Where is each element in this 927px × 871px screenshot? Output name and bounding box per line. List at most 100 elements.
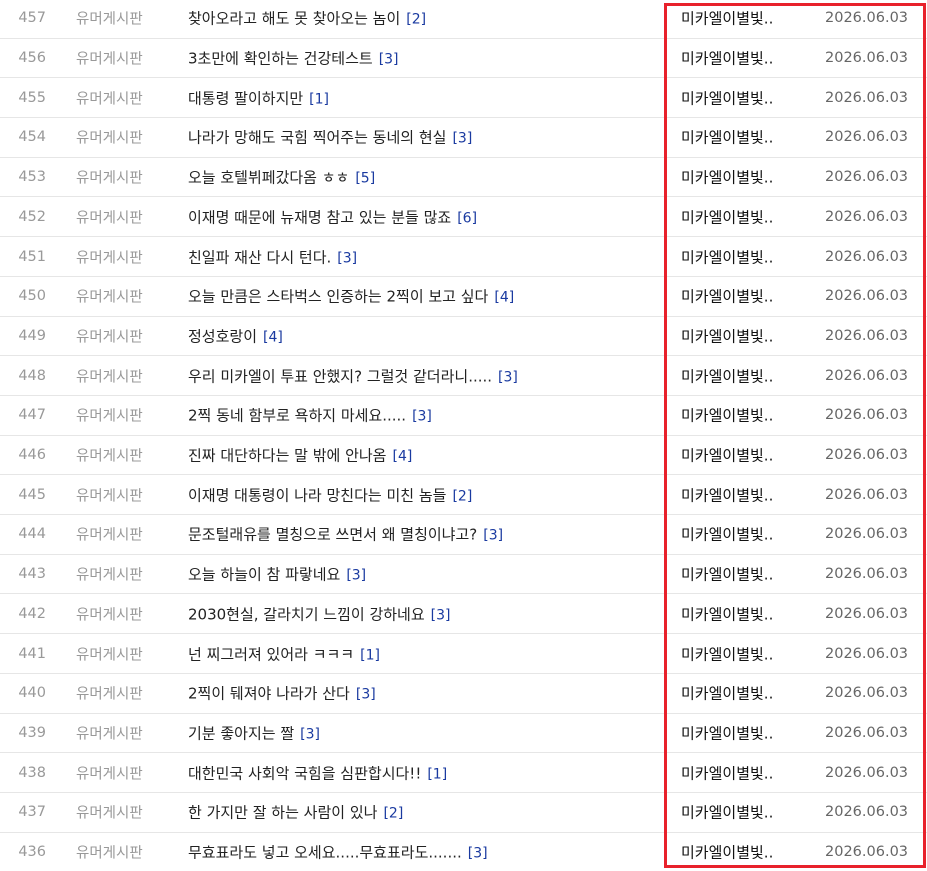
post-row[interactable]: 440 유머게시판 2찍이 뒈져야 나라가 산다 [3] 미카엘이별빛.. 2026.06…: [0, 674, 927, 714]
post-author[interactable]: 미카엘이별빛..: [681, 564, 773, 585]
comment-count[interactable]: [4]: [392, 449, 412, 465]
post-author[interactable]: 미카엘이별빛..: [681, 405, 773, 426]
post-title-link[interactable]: 한 가지만 잘 하는 사람이 있나: [188, 804, 377, 822]
post-category[interactable]: 유머게시판: [76, 564, 143, 585]
post-title-cell[interactable]: 대한민국 사회악 국힘을 심판합시다!! [1]: [188, 762, 447, 783]
post-row[interactable]: 442 유머게시판 2030현실, 갈라치기 느낌이 강하네요 [3] 미카엘이별빛..…: [0, 595, 927, 635]
post-title-link[interactable]: 대통령 팔이하지만: [188, 89, 303, 107]
post-row[interactable]: 450 유머게시판 오늘 만큼은 스타벅스 인증하는 2찍이 보고 싶다 [4] 미카엘…: [0, 277, 927, 317]
post-title-link[interactable]: 오늘 호텔뷔페갔다옴 ㅎㅎ: [188, 169, 349, 187]
post-row[interactable]: 438 유머게시판 대한민국 사회악 국힘을 심판합시다!! [1] 미카엘이별빛.. 2…: [0, 753, 927, 793]
post-author[interactable]: 미카엘이별빛..: [681, 206, 773, 227]
post-category[interactable]: 유머게시판: [76, 246, 143, 267]
post-row[interactable]: 443 유머게시판 오늘 하늘이 참 파랗네요 [3] 미카엘이별빛.. 2026.06.…: [0, 555, 927, 595]
post-title-link[interactable]: 대한민국 사회악 국힘을 심판합시다!!: [188, 764, 421, 782]
post-title-cell[interactable]: 오늘 하늘이 참 파랗네요 [3]: [188, 564, 366, 585]
post-title-cell[interactable]: 친일파 재산 다시 턴다. [3]: [188, 246, 357, 267]
comment-count[interactable]: [1]: [309, 91, 329, 107]
post-row[interactable]: 448 유머게시판 우리 미카엘이 투표 안했지? 그럴것 같더라니..... [3]…: [0, 356, 927, 396]
post-title-cell[interactable]: 정성호랑이 [4]: [188, 325, 283, 346]
post-category[interactable]: 유머게시판: [76, 683, 143, 704]
post-title-link[interactable]: 오늘 하늘이 참 파랗네요: [188, 566, 340, 584]
post-row[interactable]: 444 유머게시판 문조털래유를 멸칭으로 쓰면서 왜 멸칭이냐고? [3] 미카엘이별…: [0, 515, 927, 555]
post-row[interactable]: 453 유머게시판 오늘 호텔뷔페갔다옴 ㅎㅎ [5] 미카엘이별빛.. 2026.06.…: [0, 158, 927, 198]
post-category[interactable]: 유머게시판: [76, 206, 143, 227]
post-title-cell[interactable]: 3초만에 확인하는 건강테스트 [3]: [188, 48, 399, 69]
post-category[interactable]: 유머게시판: [76, 365, 143, 386]
post-title-cell[interactable]: 한 가지만 잘 하는 사람이 있나 [2]: [188, 802, 403, 823]
post-author[interactable]: 미카엘이별빛..: [681, 325, 773, 346]
post-title-link[interactable]: 친일파 재산 다시 턴다.: [188, 248, 331, 266]
post-author[interactable]: 미카엘이별빛..: [681, 127, 773, 148]
post-title-link[interactable]: 3초만에 확인하는 건강테스트: [188, 50, 373, 68]
post-category[interactable]: 유머게시판: [76, 405, 143, 426]
post-title-cell[interactable]: 이재명 대통령이 나라 망친다는 미친 놈들 [2]: [188, 484, 472, 505]
post-title-cell[interactable]: 문조털래유를 멸칭으로 쓰면서 왜 멸칭이냐고? [3]: [188, 524, 503, 545]
post-category[interactable]: 유머게시판: [76, 524, 143, 545]
post-author[interactable]: 미카엘이별빛..: [681, 48, 773, 69]
post-title-cell[interactable]: 진짜 대단하다는 말 밖에 안나옴 [4]: [188, 445, 412, 466]
comment-count[interactable]: [6]: [457, 210, 477, 226]
post-title-cell[interactable]: 2030현실, 갈라치기 느낌이 강하네요 [3]: [188, 603, 451, 624]
post-author[interactable]: 미카엘이별빛..: [681, 445, 773, 466]
post-category[interactable]: 유머게시판: [76, 48, 143, 69]
post-author[interactable]: 미카엘이별빛..: [681, 722, 773, 743]
post-author[interactable]: 미카엘이별빛..: [681, 484, 773, 505]
post-author[interactable]: 미카엘이별빛..: [681, 167, 773, 188]
post-author[interactable]: 미카엘이별빛..: [681, 8, 773, 29]
post-title-cell[interactable]: 찾아오라고 해도 못 찾아오는 놈이 [2]: [188, 8, 426, 29]
post-author[interactable]: 미카엘이별빛..: [681, 286, 773, 307]
post-category[interactable]: 유머게시판: [76, 802, 143, 823]
comment-count[interactable]: [3]: [356, 687, 376, 703]
post-category[interactable]: 유머게시판: [76, 445, 143, 466]
post-title-link[interactable]: 나라가 망해도 국힘 찍어주는 동네의 현실: [188, 129, 446, 147]
post-title-link[interactable]: 무효표라도 넣고 오세요.....무효표라도.......: [188, 844, 462, 862]
post-title-link[interactable]: 2030현실, 갈라치기 느낌이 강하네요: [188, 605, 425, 623]
comment-count[interactable]: [4]: [263, 329, 283, 345]
post-author[interactable]: 미카엘이별빛..: [681, 802, 773, 823]
post-title-link[interactable]: 문조털래유를 멸칭으로 쓰면서 왜 멸칭이냐고?: [188, 526, 477, 544]
post-title-link[interactable]: 우리 미카엘이 투표 안했지? 그럴것 같더라니.....: [188, 367, 492, 385]
post-author[interactable]: 미카엘이별빛..: [681, 762, 773, 783]
post-title-link[interactable]: 넌 찌그러져 있어라 ㅋㅋㅋ: [188, 645, 354, 663]
post-category[interactable]: 유머게시판: [76, 325, 143, 346]
post-category[interactable]: 유머게시판: [76, 722, 143, 743]
post-category[interactable]: 유머게시판: [76, 8, 143, 29]
post-author[interactable]: 미카엘이별빛..: [681, 87, 773, 108]
post-category[interactable]: 유머게시판: [76, 127, 143, 148]
comment-count[interactable]: [3]: [379, 52, 399, 68]
comment-count[interactable]: [1]: [360, 647, 380, 663]
post-title-cell[interactable]: 2찍이 뒈져야 나라가 산다 [3]: [188, 683, 376, 704]
post-title-link[interactable]: 진짜 대단하다는 말 밖에 안나옴: [188, 447, 386, 465]
post-title-cell[interactable]: 오늘 호텔뷔페갔다옴 ㅎㅎ [5]: [188, 167, 375, 188]
comment-count[interactable]: [2]: [452, 488, 472, 504]
post-title-cell[interactable]: 기분 좋아지는 짤 [3]: [188, 722, 320, 743]
post-row[interactable]: 456 유머게시판 3초만에 확인하는 건강테스트 [3] 미카엘이별빛.. 2026.0…: [0, 39, 927, 79]
post-category[interactable]: 유머게시판: [76, 87, 143, 108]
post-category[interactable]: 유머게시판: [76, 603, 143, 624]
comment-count[interactable]: [2]: [383, 806, 403, 822]
post-title-link[interactable]: 기분 좋아지는 짤: [188, 724, 294, 742]
post-title-link[interactable]: 2찍 동네 함부로 욕하지 마세요.....: [188, 407, 406, 425]
comment-count[interactable]: [3]: [431, 607, 451, 623]
post-title-link[interactable]: 이재명 때문에 뉴재명 참고 있는 분들 많죠: [188, 208, 451, 226]
post-row[interactable]: 441 유머게시판 넌 찌그러져 있어라 ㅋㅋㅋ [1] 미카엘이별빛.. 2026.06…: [0, 634, 927, 674]
post-row[interactable]: 436 유머게시판 무효표라도 넣고 오세요.....무효표라도....... [3]…: [0, 833, 927, 871]
post-row[interactable]: 445 유머게시판 이재명 대통령이 나라 망친다는 미친 놈들 [2] 미카엘이별빛.…: [0, 475, 927, 516]
comment-count[interactable]: [3]: [483, 528, 503, 544]
post-title-link[interactable]: 찾아오라고 해도 못 찾아오는 놈이: [188, 10, 400, 28]
post-category[interactable]: 유머게시판: [76, 167, 143, 188]
comment-count[interactable]: [1]: [427, 766, 447, 782]
post-category[interactable]: 유머게시판: [76, 484, 143, 505]
comment-count[interactable]: [3]: [412, 409, 432, 425]
post-row[interactable]: 439 유머게시판 기분 좋아지는 짤 [3] 미카엘이별빛.. 2026.06.03: [0, 714, 927, 754]
post-row[interactable]: 452 유머게시판 이재명 때문에 뉴재명 참고 있는 분들 많죠 [6] 미카엘이별빛…: [0, 198, 927, 238]
post-row[interactable]: 454 유머게시판 나라가 망해도 국힘 찍어주는 동네의 현실 [3] 미카엘이별빛.…: [0, 118, 927, 158]
comment-count[interactable]: [5]: [355, 171, 375, 187]
post-row[interactable]: 449 유머게시판 정성호랑이 [4] 미카엘이별빛.. 2026.06.03: [0, 317, 927, 357]
post-author[interactable]: 미카엘이별빛..: [681, 365, 773, 386]
post-row[interactable]: 437 유머게시판 한 가지만 잘 하는 사람이 있나 [2] 미카엘이별빛.. 2026…: [0, 793, 927, 833]
post-category[interactable]: 유머게시판: [76, 762, 143, 783]
post-category[interactable]: 유머게시판: [76, 842, 143, 863]
post-row[interactable]: 457 유머게시판 찾아오라고 해도 못 찾아오는 놈이 [2] 미카엘이별빛.. 202…: [0, 0, 927, 39]
